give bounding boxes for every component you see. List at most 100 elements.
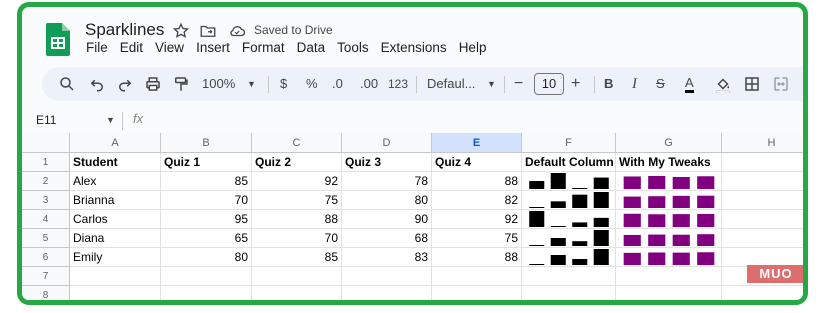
cell[interactable] bbox=[522, 267, 616, 286]
score-cell[interactable]: 75 bbox=[432, 229, 522, 248]
header-cell[interactable]: Quiz 4 bbox=[432, 153, 522, 172]
chevron-down-icon[interactable]: ▼ bbox=[106, 115, 115, 125]
menu-file[interactable]: File bbox=[80, 40, 114, 55]
score-cell[interactable]: 92 bbox=[432, 210, 522, 229]
score-cell[interactable]: 85 bbox=[161, 172, 252, 191]
move-to-folder-icon[interactable] bbox=[199, 22, 217, 40]
score-cell[interactable]: 68 bbox=[342, 229, 432, 248]
cell[interactable] bbox=[161, 286, 252, 300]
column-header-e[interactable]: E bbox=[432, 133, 522, 153]
select-all-corner[interactable] bbox=[22, 133, 70, 153]
print-icon[interactable] bbox=[144, 75, 162, 93]
header-cell[interactable]: Quiz 3 bbox=[342, 153, 432, 172]
text-color-button[interactable]: A bbox=[685, 75, 694, 93]
cell[interactable] bbox=[342, 267, 432, 286]
cell[interactable] bbox=[70, 267, 161, 286]
menu-format[interactable]: Format bbox=[236, 40, 291, 55]
header-cell[interactable]: Student bbox=[70, 153, 161, 172]
row-header-2[interactable]: 2 bbox=[22, 172, 70, 191]
row-header-1[interactable]: 1 bbox=[22, 153, 70, 172]
row-header-4[interactable]: 4 bbox=[22, 210, 70, 229]
menu-view[interactable]: View bbox=[149, 40, 190, 55]
score-cell[interactable]: 88 bbox=[432, 172, 522, 191]
header-cell[interactable]: Quiz 2 bbox=[252, 153, 342, 172]
row-header-8[interactable]: 8 bbox=[22, 286, 70, 300]
percent-button[interactable]: % bbox=[306, 75, 318, 93]
header-cell[interactable]: Quiz 1 bbox=[161, 153, 252, 172]
cell[interactable] bbox=[722, 210, 803, 229]
column-header-c[interactable]: C bbox=[252, 133, 342, 153]
number-format-button[interactable]: 123 bbox=[388, 75, 408, 93]
score-cell[interactable]: 78 bbox=[342, 172, 432, 191]
italic-button[interactable]: I bbox=[632, 75, 637, 93]
cell[interactable] bbox=[722, 172, 803, 191]
cell[interactable] bbox=[722, 153, 803, 172]
column-header-b[interactable]: B bbox=[161, 133, 252, 153]
score-cell[interactable]: 70 bbox=[252, 229, 342, 248]
cell[interactable] bbox=[616, 267, 722, 286]
paint-format-icon[interactable] bbox=[172, 75, 190, 93]
column-header-a[interactable]: A bbox=[70, 133, 161, 153]
cell[interactable] bbox=[616, 286, 722, 300]
cell[interactable] bbox=[342, 286, 432, 300]
cell[interactable] bbox=[522, 286, 616, 300]
search-menus-icon[interactable] bbox=[58, 75, 76, 93]
score-cell[interactable]: 70 bbox=[161, 191, 252, 210]
column-header-g[interactable]: G bbox=[616, 133, 722, 153]
row-header-6[interactable]: 6 bbox=[22, 248, 70, 267]
menu-extensions[interactable]: Extensions bbox=[375, 40, 453, 55]
row-header-7[interactable]: 7 bbox=[22, 267, 70, 286]
score-cell[interactable]: 95 bbox=[161, 210, 252, 229]
font-size-increase-button[interactable]: + bbox=[571, 75, 580, 93]
column-header-h[interactable]: H bbox=[722, 133, 803, 153]
spreadsheet-grid[interactable]: A B C D E F G H 1 2 3 4 5 6 7 8 Student Quiz 1 Quiz 2 Quiz … bbox=[22, 133, 803, 300]
increase-decimal-button[interactable]: .00 bbox=[360, 75, 378, 93]
score-cell[interactable]: 92 bbox=[252, 172, 342, 191]
sheets-logo-icon[interactable] bbox=[46, 23, 70, 56]
chevron-down-icon[interactable]: ▼ bbox=[487, 75, 496, 93]
borders-icon[interactable] bbox=[743, 75, 761, 93]
cell[interactable] bbox=[161, 267, 252, 286]
chevron-down-icon[interactable]: ▼ bbox=[247, 75, 256, 93]
cell[interactable] bbox=[70, 286, 161, 300]
column-header-d[interactable]: D bbox=[342, 133, 432, 153]
cell[interactable] bbox=[252, 286, 342, 300]
menu-insert[interactable]: Insert bbox=[190, 40, 236, 55]
star-icon[interactable] bbox=[172, 22, 190, 40]
font-size-decrease-button[interactable]: − bbox=[514, 75, 523, 93]
student-name-cell[interactable]: Brianna bbox=[70, 191, 161, 210]
currency-button[interactable]: $ bbox=[280, 75, 287, 93]
score-cell[interactable]: 75 bbox=[252, 191, 342, 210]
cloud-saved-icon[interactable] bbox=[228, 22, 246, 40]
bold-button[interactable]: B bbox=[604, 75, 613, 93]
student-name-cell[interactable]: Alex bbox=[70, 172, 161, 191]
cell[interactable] bbox=[722, 191, 803, 210]
menu-edit[interactable]: Edit bbox=[114, 40, 149, 55]
score-cell[interactable]: 83 bbox=[342, 248, 432, 267]
score-cell[interactable]: 90 bbox=[342, 210, 432, 229]
font-size-input[interactable]: 10 bbox=[534, 73, 564, 95]
name-box[interactable]: E11 bbox=[36, 113, 56, 127]
strikethrough-button[interactable]: S bbox=[656, 75, 665, 93]
cell[interactable] bbox=[432, 267, 522, 286]
cell[interactable] bbox=[722, 229, 803, 248]
cell[interactable] bbox=[432, 286, 522, 300]
score-cell[interactable]: 65 bbox=[161, 229, 252, 248]
score-cell[interactable]: 85 bbox=[252, 248, 342, 267]
document-title[interactable]: Sparklines bbox=[85, 20, 164, 40]
menu-data[interactable]: Data bbox=[291, 40, 332, 55]
student-name-cell[interactable]: Carlos bbox=[70, 210, 161, 229]
redo-icon[interactable] bbox=[116, 75, 134, 93]
font-select[interactable]: Defaul... bbox=[427, 75, 475, 93]
column-header-f[interactable]: F bbox=[522, 133, 616, 153]
row-header-3[interactable]: 3 bbox=[22, 191, 70, 210]
cell[interactable] bbox=[722, 286, 803, 300]
student-name-cell[interactable]: Emily bbox=[70, 248, 161, 267]
student-name-cell[interactable]: Diana bbox=[70, 229, 161, 248]
fill-color-icon[interactable] bbox=[714, 75, 732, 93]
score-cell[interactable]: 88 bbox=[252, 210, 342, 229]
undo-icon[interactable] bbox=[88, 75, 106, 93]
header-cell[interactable]: Default Column bbox=[522, 153, 616, 172]
cell[interactable] bbox=[252, 267, 342, 286]
score-cell[interactable]: 88 bbox=[432, 248, 522, 267]
